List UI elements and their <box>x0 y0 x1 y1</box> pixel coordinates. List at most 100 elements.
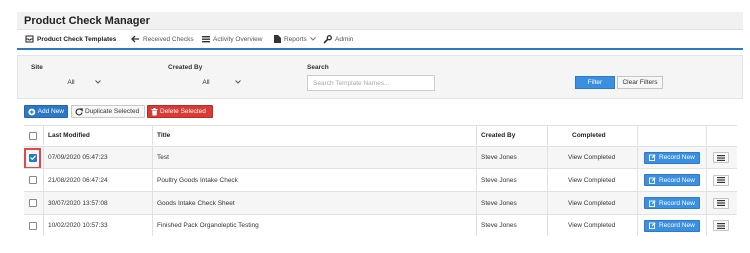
delete-selected-button[interactable]: Delete Selected <box>147 105 213 118</box>
tab-activity-overview[interactable]: Activity Overview <box>202 35 262 43</box>
app-title: Product Check Manager <box>24 15 150 27</box>
column-header-created-by[interactable]: Created By <box>481 126 515 145</box>
filter-button[interactable]: Filter <box>575 76 615 89</box>
site-select-value: All <box>67 79 75 86</box>
menu-cell <box>713 215 729 236</box>
list-icon <box>717 200 725 206</box>
title-cell: Goods Intake Check Sheet <box>157 199 235 207</box>
row-menu-button[interactable] <box>713 152 729 163</box>
list-icon <box>717 177 725 183</box>
duplicate-selected-button[interactable]: Duplicate Selected <box>71 105 145 118</box>
tab-product-check-templates[interactable]: Product Check Templates <box>25 35 116 43</box>
site-label: Site <box>31 64 43 71</box>
view-completed-link[interactable]: View Completed <box>568 215 615 236</box>
table-row[interactable]: 07/09/2020 05:47:23 Test Steve Jones Vie… <box>24 146 737 169</box>
row-select-cell <box>29 215 37 236</box>
table-row[interactable]: 21/08/2020 06:47:24 Poultry Goods Intake… <box>24 168 737 191</box>
edit-icon <box>649 176 656 184</box>
column-header-last-modified[interactable]: Last Modified <box>48 126 90 145</box>
created-by-cell: Steve Jones <box>481 154 517 161</box>
last-modified-cell: 30/07/2020 13:57:08 <box>48 199 108 207</box>
column-header-completed[interactable]: Completed <box>572 126 606 145</box>
row-select-cell <box>29 192 37 214</box>
tab-label: Admin <box>335 36 354 43</box>
chevron-down-icon <box>309 37 316 41</box>
record-cell: Record New <box>644 147 700 168</box>
record-cell: Record New <box>644 192 700 214</box>
row-checkbox[interactable] <box>29 176 37 184</box>
record-new-button[interactable]: Record New <box>644 197 700 209</box>
created-by-select[interactable]: All <box>178 76 244 91</box>
record-new-label: Record New <box>659 176 695 184</box>
menu-cell <box>713 169 729 191</box>
tab-reports[interactable]: Reports <box>274 35 316 43</box>
wrench-icon <box>323 35 332 44</box>
chevron-down-icon <box>95 80 101 84</box>
tab-received-checks[interactable]: Received Checks <box>131 35 194 43</box>
row-menu-button[interactable] <box>713 220 729 231</box>
arrow-left-icon <box>131 35 139 43</box>
title-cell: Finished Pack Organoleptic Testing <box>157 222 259 229</box>
filter-panel: Site All Created By All Search Search Te… <box>17 55 743 99</box>
created-by-select-value: All <box>202 79 210 86</box>
tab-admin[interactable]: Admin <box>323 35 353 44</box>
select-all-checkbox[interactable] <box>29 131 37 140</box>
row-checkbox[interactable] <box>29 199 37 207</box>
plus-circle-icon <box>28 108 36 115</box>
menu-cell <box>713 192 729 214</box>
record-new-label: Record New <box>659 199 695 207</box>
tab-label: Product Check Templates <box>37 35 117 43</box>
row-menu-button[interactable] <box>713 197 729 209</box>
list-icon <box>717 154 725 161</box>
title-cell: Poultry Goods Intake Check <box>157 176 238 184</box>
record-cell: Record New <box>644 169 700 191</box>
record-new-button[interactable]: Record New <box>644 219 700 232</box>
search-label: Search <box>307 64 329 71</box>
edit-icon <box>649 222 656 229</box>
column-header-title[interactable]: Title <box>157 126 170 145</box>
table-row[interactable]: 30/07/2020 13:57:08 Goods Intake Check S… <box>24 191 737 214</box>
view-completed-link[interactable]: View Completed <box>568 147 615 168</box>
table-header-row: Last Modified Title Created By Completed <box>24 125 737 145</box>
trash-icon <box>151 107 158 115</box>
checkmark-icon <box>30 155 36 160</box>
record-new-button[interactable]: Record New <box>644 174 700 186</box>
created-by-cell: Steve Jones <box>481 199 517 207</box>
file-icon <box>274 35 281 43</box>
chevron-down-icon <box>235 80 241 84</box>
row-checkbox[interactable] <box>29 153 37 162</box>
record-new-label: Record New <box>659 222 695 229</box>
list-icon <box>202 36 210 43</box>
record-new-label: Record New <box>659 154 695 161</box>
tab-label: Received Checks <box>143 35 194 43</box>
nav-tabs: Product Check Templates Received Checks … <box>17 31 743 50</box>
view-completed-link[interactable]: View Completed <box>568 169 615 191</box>
table-row[interactable]: 10/02/2020 10:57:33 Finished Pack Organo… <box>24 214 737 236</box>
row-menu-button[interactable] <box>713 174 729 186</box>
inbox-icon <box>25 35 34 43</box>
menu-cell <box>713 147 729 168</box>
tab-label: Activity Overview <box>213 35 263 43</box>
row-checkbox[interactable] <box>29 221 37 230</box>
last-modified-cell: 10/02/2020 10:57:33 <box>48 222 108 229</box>
record-new-button[interactable]: Record New <box>644 151 700 164</box>
row-select-cell <box>29 147 37 168</box>
row-select-cell <box>29 169 37 191</box>
view-completed-link[interactable]: View Completed <box>568 192 615 214</box>
created-by-label: Created By <box>168 64 203 71</box>
search-input[interactable]: Search Template Names... <box>307 75 435 91</box>
site-select[interactable]: All <box>48 76 104 91</box>
list-icon <box>717 222 725 229</box>
edit-icon <box>649 199 656 207</box>
add-new-button[interactable]: Add New <box>24 105 68 118</box>
title-cell: Test <box>157 154 169 161</box>
created-by-cell: Steve Jones <box>481 176 517 184</box>
last-modified-cell: 07/09/2020 05:47:23 <box>48 154 108 161</box>
edit-icon <box>649 154 656 161</box>
app-header: Product Check Manager <box>17 12 743 30</box>
clear-filters-button[interactable]: Clear Filters <box>617 76 663 89</box>
add-new-label: Add New <box>37 108 64 115</box>
select-all-cell <box>29 126 37 145</box>
duplicate-selected-label: Duplicate Selected <box>85 108 140 115</box>
refresh-icon <box>75 107 83 116</box>
